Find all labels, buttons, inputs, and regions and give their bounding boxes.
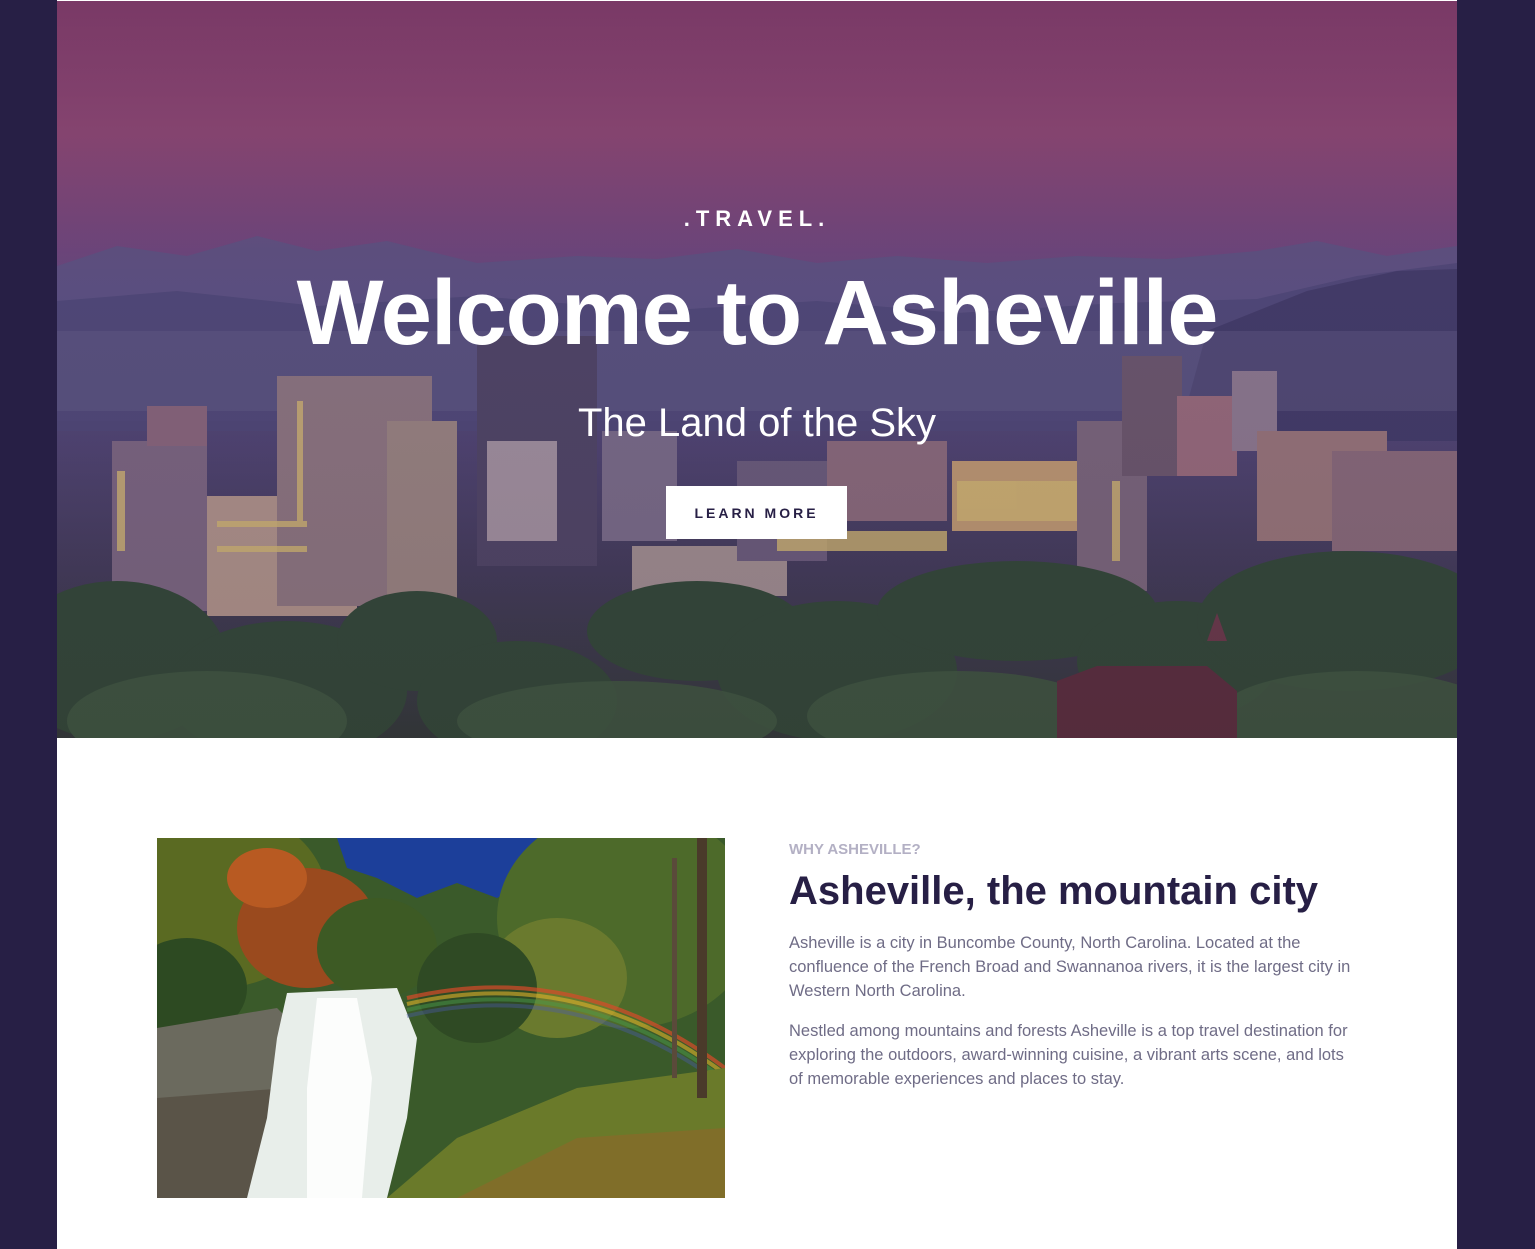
- page-container: .TRAVEL. Welcome to Asheville The Land o…: [57, 0, 1457, 1249]
- learn-more-button[interactable]: LEARN MORE: [666, 486, 847, 539]
- waterfall-photo: [157, 838, 725, 1198]
- hero-title: Welcome to Asheville: [296, 262, 1219, 364]
- about-kicker: WHY ASHEVILLE?: [789, 841, 921, 858]
- about-paragraph-2: Nestled among mountains and forests Ashe…: [789, 1022, 1348, 1089]
- about-title: Asheville, the mountain city: [789, 869, 1319, 913]
- hero-overlay: [57, 1, 1457, 738]
- about-text: WHY ASHEVILLE? Asheville, the mountain c…: [789, 838, 1355, 1107]
- about-paragraph-1: Asheville is a city in Buncombe County, …: [789, 934, 1351, 1001]
- hero-eyebrow: .TRAVEL.: [683, 206, 831, 231]
- hero-section: .TRAVEL. Welcome to Asheville The Land o…: [57, 1, 1457, 738]
- hero-subtitle: The Land of the Sky: [577, 401, 936, 445]
